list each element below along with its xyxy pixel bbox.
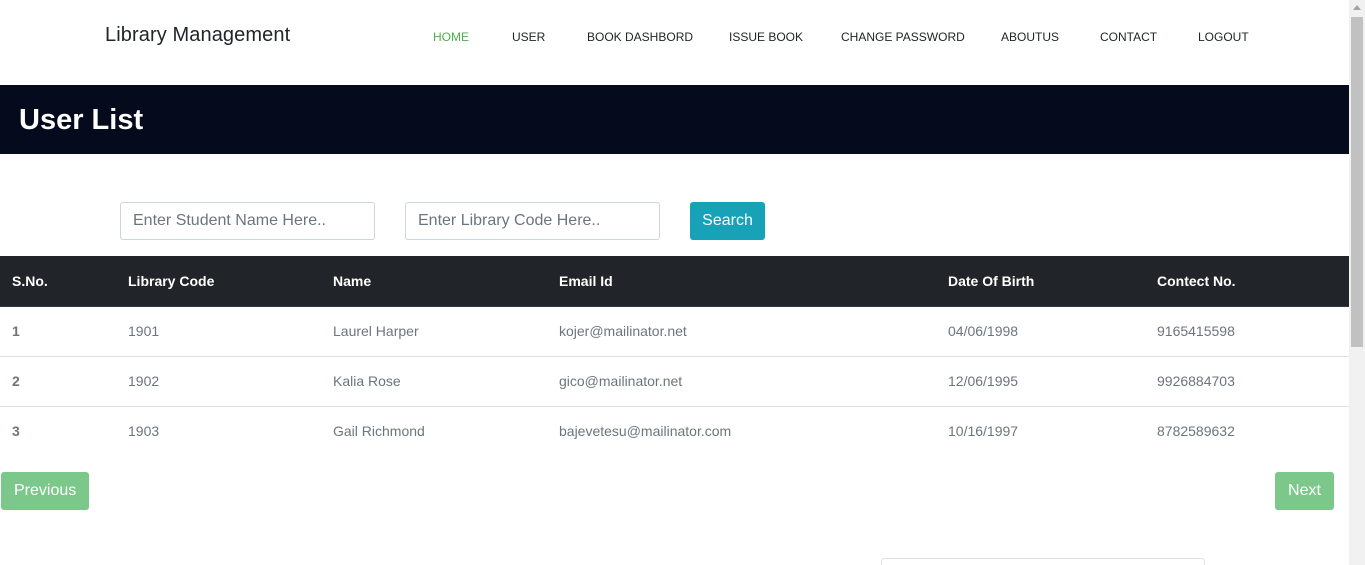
- table-header: S.No. Library Code Name Email Id Date Of…: [0, 256, 1349, 307]
- nav-user[interactable]: USER: [512, 30, 545, 44]
- table-header-row: S.No. Library Code Name Email Id Date Of…: [0, 256, 1349, 307]
- cell-library-code: 1901: [128, 323, 160, 339]
- column-header-sno: S.No.: [0, 256, 116, 307]
- table-row: 1 1901 Laurel Harper kojer@mailinator.ne…: [0, 306, 1349, 356]
- column-header-library-code: Library Code: [116, 256, 321, 307]
- nav-change-password[interactable]: CHANGE PASSWORD: [841, 30, 965, 44]
- library-code-search-input[interactable]: [405, 202, 660, 240]
- nav-about-us[interactable]: ABOUTUS: [1001, 30, 1059, 44]
- column-header-name: Name: [321, 256, 547, 307]
- cell-sno: 2: [12, 373, 20, 389]
- user-table-container: S.No. Library Code Name Email Id Date Of…: [0, 256, 1349, 456]
- nav-home[interactable]: HOME: [433, 30, 469, 44]
- cell-contact: 8782589632: [1157, 423, 1235, 440]
- cell-email: kojer@mailinator.net: [559, 323, 687, 339]
- table-row: 2 1902 Kalia Rose gico@mailinator.net 12…: [0, 356, 1349, 406]
- cell-dob: 10/16/1997: [948, 423, 1019, 440]
- cell-email: gico@mailinator.net: [559, 373, 683, 389]
- cell-email: bajevetesu@mailinator.com: [559, 423, 732, 440]
- cell-sno: 1: [12, 323, 20, 339]
- top-navbar: Library Management HOME USER BOOK DASHBO…: [0, 0, 1349, 85]
- cell-name: Gail Richmond: [333, 423, 425, 440]
- brand-title[interactable]: Library Management: [105, 24, 290, 47]
- page: Library Management HOME USER BOOK DASHBO…: [0, 0, 1349, 565]
- cell-name: Laurel Harper: [333, 323, 419, 339]
- cell-library-code: 1902: [128, 373, 160, 389]
- page-header: User List: [0, 85, 1349, 154]
- cell-dob: 12/06/1995: [948, 373, 1019, 389]
- table-row: 3 1903 Gail Richmond bajevetesu@mailinat…: [0, 406, 1349, 456]
- page-title: User List: [19, 104, 144, 136]
- bottom-panel: [881, 558, 1205, 565]
- vertical-scrollbar[interactable]: [1349, 0, 1365, 565]
- nav-contact[interactable]: CONTACT: [1100, 30, 1157, 44]
- column-header-email: Email Id: [547, 256, 936, 307]
- table-body: 1 1901 Laurel Harper kojer@mailinator.ne…: [0, 306, 1349, 456]
- cell-dob: 04/06/1998: [948, 323, 1019, 339]
- column-header-dob: Date Of Birth: [936, 256, 1145, 307]
- nav-logout[interactable]: LOGOUT: [1198, 30, 1249, 44]
- scroll-up-arrow-icon[interactable]: [1353, 5, 1361, 10]
- column-header-contact: Contect No.: [1145, 256, 1349, 307]
- cell-sno: 3: [12, 423, 20, 440]
- cell-contact: 9165415598: [1157, 323, 1235, 339]
- nav-book-dashboard[interactable]: BOOK DASHBORD: [587, 30, 693, 44]
- previous-page-button[interactable]: Previous: [1, 472, 89, 510]
- next-page-button[interactable]: Next: [1275, 472, 1334, 510]
- cell-contact: 9926884703: [1157, 373, 1235, 389]
- cell-name: Kalia Rose: [333, 373, 401, 389]
- user-table: S.No. Library Code Name Email Id Date Of…: [0, 256, 1349, 456]
- search-button[interactable]: Search: [690, 202, 765, 240]
- nav-issue-book[interactable]: ISSUE BOOK: [729, 30, 803, 44]
- cell-library-code: 1903: [128, 423, 160, 440]
- scrollbar-thumb[interactable]: [1351, 17, 1363, 347]
- student-name-search-input[interactable]: [120, 202, 375, 240]
